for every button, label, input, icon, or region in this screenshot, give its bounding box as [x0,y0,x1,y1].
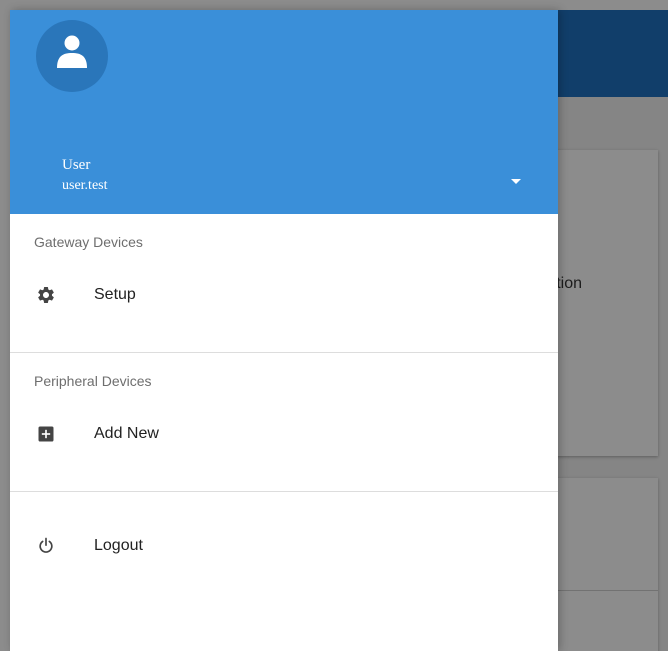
person-icon [57,35,87,68]
menu-item-label: Add New [94,425,159,442]
drawer-header: User user.test [10,10,558,214]
avatar[interactable] [36,20,108,92]
menu-item-label: Logout [94,537,143,554]
section-header-gateway: Gateway Devices [34,234,143,250]
add-box-icon [38,426,54,442]
screen: ration User user.test Gateway Devices Se… [0,0,668,651]
divider [10,491,558,492]
divider [10,352,558,353]
account-dropdown-button[interactable] [504,170,528,194]
account-username: user.test [62,178,108,193]
menu-item-add-new[interactable]: Add New [10,415,558,455]
account-name: User [62,157,91,173]
menu-item-logout[interactable]: Logout [10,527,558,567]
menu-item-setup[interactable]: Setup [10,276,558,316]
gear-icon [38,287,54,303]
menu-item-label: Setup [94,286,136,303]
power-icon [39,537,53,553]
section-header-peripheral: Peripheral Devices [34,373,152,389]
navigation-drawer: User user.test Gateway Devices Setup Per… [10,10,558,651]
